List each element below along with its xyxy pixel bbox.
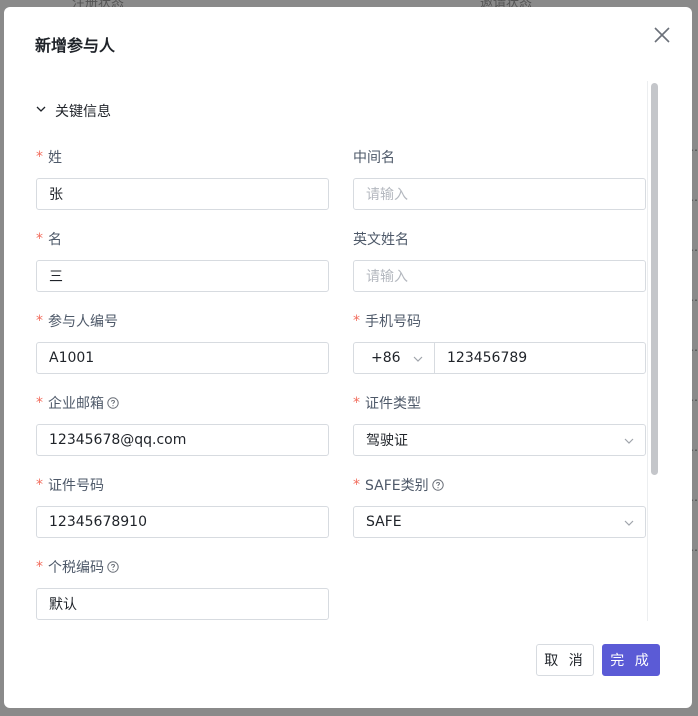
dialog-title: 新增参与人 bbox=[35, 36, 116, 55]
country-code-value: +86 bbox=[371, 350, 401, 366]
label-id-number: 证件号码 bbox=[48, 478, 104, 494]
first-name-input[interactable]: 三 bbox=[36, 260, 329, 292]
required-mark: * bbox=[36, 395, 43, 411]
label-tax-code: 个税编码 bbox=[48, 560, 104, 576]
required-mark: * bbox=[36, 149, 43, 165]
section-key-info[interactable]: 关键信息 bbox=[35, 101, 111, 121]
field-last-name: * 姓 张 bbox=[36, 147, 329, 210]
id-type-select[interactable]: 驾驶证 bbox=[353, 424, 646, 456]
done-button[interactable]: 完 成 bbox=[602, 644, 660, 676]
chevron-down-icon bbox=[623, 517, 635, 529]
field-safe-type: * SAFE类别 SAFE bbox=[353, 475, 646, 538]
field-tax-code: * 个税编码 默认 bbox=[36, 557, 329, 620]
label-safe-type: SAFE类别 bbox=[365, 478, 429, 494]
required-mark: * bbox=[353, 313, 360, 329]
label-english-name: 英文姓名 bbox=[353, 232, 409, 248]
background-table-header: 注册状态 邀请状态 bbox=[0, 0, 698, 11]
participant-no-input[interactable]: A1001 bbox=[36, 342, 329, 374]
help-circle-icon[interactable] bbox=[431, 479, 444, 491]
close-icon[interactable] bbox=[650, 23, 674, 47]
scrollbar-thumb[interactable] bbox=[651, 83, 658, 475]
label-id-type: 证件类型 bbox=[365, 396, 421, 412]
phone-input-group: +86 123456789 bbox=[353, 342, 646, 374]
field-participant-no: * 参与人编号 A1001 bbox=[36, 311, 329, 374]
field-id-number: * 证件号码 12345678910 bbox=[36, 475, 329, 538]
required-mark: * bbox=[36, 559, 43, 575]
label-last-name: 姓 bbox=[48, 150, 62, 166]
tax-code-input[interactable]: 默认 bbox=[36, 588, 329, 620]
dialog-form-body[interactable]: 关键信息 * 姓 张 中间名 请输入 * 名 三 英文姓名 请输入 * 参与人编号 A… bbox=[4, 81, 660, 621]
required-mark: * bbox=[36, 313, 43, 329]
help-circle-icon[interactable] bbox=[107, 397, 119, 409]
field-first-name: * 名 三 bbox=[36, 229, 329, 292]
label-participant-no: 参与人编号 bbox=[48, 314, 118, 330]
middle-name-input[interactable]: 请输入 bbox=[353, 178, 646, 210]
required-mark: * bbox=[353, 477, 360, 493]
field-english-name: 英文姓名 请输入 bbox=[353, 229, 646, 292]
label-email: 企业邮箱 bbox=[48, 396, 104, 412]
required-mark: * bbox=[36, 477, 43, 493]
help-circle-icon[interactable] bbox=[107, 561, 119, 573]
field-id-type: * 证件类型 驾驶证 bbox=[353, 393, 646, 456]
required-mark: * bbox=[353, 395, 360, 411]
last-name-input[interactable]: 张 bbox=[36, 178, 329, 210]
field-middle-name: 中间名 请输入 bbox=[353, 147, 646, 210]
label-middle-name: 中间名 bbox=[353, 150, 395, 166]
field-phone: * 手机号码 +86 123456789 bbox=[353, 311, 646, 374]
chevron-down-icon bbox=[623, 435, 635, 447]
id-number-input[interactable]: 12345678910 bbox=[36, 506, 329, 538]
cancel-button[interactable]: 取 消 bbox=[536, 644, 594, 676]
id-type-value: 驾驶证 bbox=[366, 433, 408, 449]
label-phone: 手机号码 bbox=[365, 314, 421, 330]
required-mark: * bbox=[36, 231, 43, 247]
country-code-select[interactable]: +86 bbox=[354, 343, 435, 373]
form-scrollbar[interactable] bbox=[647, 81, 659, 621]
chevron-down-icon bbox=[35, 103, 47, 119]
chevron-down-icon bbox=[412, 353, 424, 365]
phone-number-input[interactable]: 123456789 bbox=[435, 343, 645, 373]
add-participant-dialog: 新增参与人 关键信息 * 姓 张 中间名 请输入 * 名 三 英文姓名 请输入 bbox=[4, 7, 692, 708]
safe-type-value: SAFE bbox=[366, 514, 402, 530]
safe-type-select[interactable]: SAFE bbox=[353, 506, 646, 538]
field-email: * 企业邮箱 12345678@qq.com bbox=[36, 393, 329, 456]
english-name-input[interactable]: 请输入 bbox=[353, 260, 646, 292]
email-input[interactable]: 12345678@qq.com bbox=[36, 424, 329, 456]
label-first-name: 名 bbox=[48, 232, 62, 248]
section-title: 关键信息 bbox=[55, 104, 111, 120]
